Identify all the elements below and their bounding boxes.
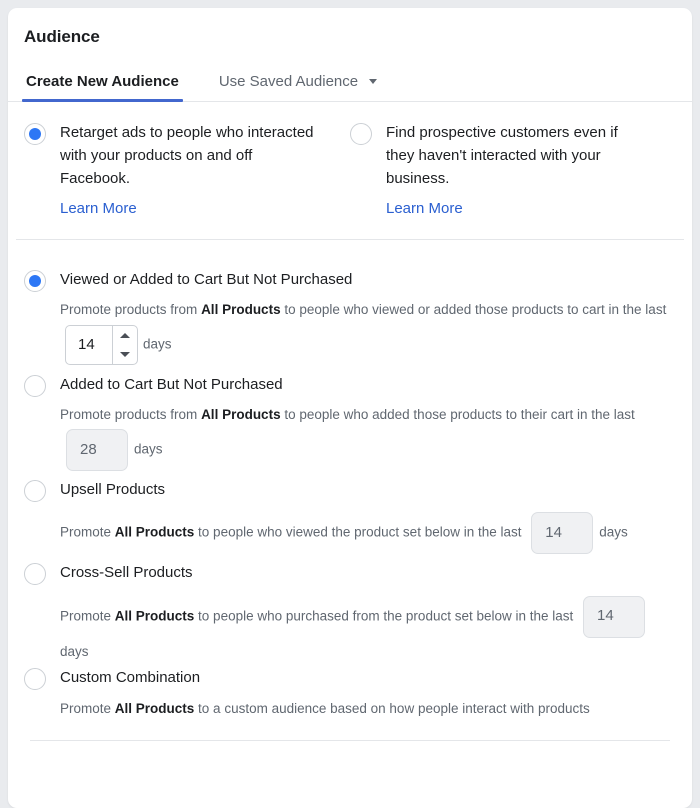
option-upsell-products[interactable]: Upsell Products Promote All Products to p…	[24, 479, 676, 557]
radio-viewed-or-added-to-cart-but-not-purchased[interactable]	[24, 269, 46, 292]
product-set-name: All Products	[114, 608, 195, 624]
page-title: Audience	[24, 27, 100, 46]
description-prefix: Promote	[60, 700, 115, 716]
description-prefix: Promote	[60, 608, 115, 624]
product-set-name: All Products	[201, 407, 281, 423]
days-input-cross-sell-products[interactable]: 14	[583, 595, 646, 638]
days-unit-label: days	[60, 643, 89, 659]
option-title-upsell-products: Upsell Products	[60, 481, 166, 499]
stepper-increment-button[interactable]	[113, 326, 137, 345]
days-unit-label: days	[599, 524, 628, 540]
product-set-name: All Products	[114, 524, 195, 540]
retarget-option-list: Viewed or Added to Cart But Not Purchase…	[8, 240, 692, 720]
radio-upsell-products[interactable]	[24, 480, 46, 503]
option-added-to-cart-but-not-purchased[interactable]: Added to Cart But Not Purchased Promote p…	[24, 374, 676, 474]
option-title-cross-sell-products: Cross-Sell Products	[60, 564, 193, 582]
tab-use-saved-audience-label: Use Saved Audience	[218, 73, 359, 90]
option-title-added-to-cart-but-not-purchased: Added to Cart But Not Purchased	[60, 375, 283, 393]
option-description-added-to-cart-but-not-purchased: Promote products from All Products to pe…	[60, 404, 676, 474]
description-prefix: Promote products from	[60, 302, 202, 318]
description-prefix: Promote products from	[60, 407, 202, 423]
product-set-name: All Products	[114, 700, 195, 716]
days-stepper-viewed-or-added-to-cart-but-not-purchased[interactable]: 14	[65, 324, 138, 365]
days-input-viewed-or-added-to-cart-but-not-purchased[interactable]: 14	[66, 326, 112, 364]
option-custom-combination[interactable]: Custom Combination Promote All Products t…	[24, 667, 676, 719]
days-unit-label: days	[134, 441, 163, 457]
option-cross-sell-products[interactable]: Cross-Sell Products Promote All Products …	[24, 562, 676, 662]
learn-more-link-retarget[interactable]: Learn More	[60, 200, 137, 217]
radio-added-to-cart-but-not-purchased[interactable]	[24, 374, 46, 397]
description-suffix: to a custom audience based on how people…	[194, 700, 590, 716]
description-suffix: to people who added those products to th…	[280, 407, 635, 423]
tab-create-new-audience[interactable]: Create New Audience	[22, 69, 183, 102]
radio-cross-sell-products[interactable]	[24, 563, 46, 586]
caret-down-icon	[120, 351, 130, 357]
description-suffix: to people who purchased from the product…	[194, 608, 578, 624]
radio-retarget[interactable]	[24, 123, 46, 145]
audience-type-prospecting-text: Find prospective customers even if they …	[386, 124, 618, 187]
days-input-upsell-products[interactable]: 14	[531, 512, 594, 555]
option-description-cross-sell-products: Promote All Products to people who purch…	[60, 593, 676, 663]
audience-type-retarget-text: Retarget ads to people who interacted wi…	[60, 124, 314, 187]
days-input-added-to-cart-but-not-purchased[interactable]: 28	[66, 429, 128, 472]
description-prefix: Promote	[60, 524, 115, 540]
stepper-arrows	[112, 325, 137, 364]
option-title-custom-combination: Custom Combination	[60, 669, 201, 687]
tab-use-saved-audience[interactable]: Use Saved Audience	[217, 69, 379, 101]
days-unit-label: days	[143, 336, 172, 352]
learn-more-link-prospecting[interactable]: Learn More	[386, 200, 463, 217]
audience-type-choices: Retarget ads to people who interacted wi…	[8, 102, 692, 226]
audience-card: Audience Create New Audience Use Saved A…	[8, 8, 692, 808]
option-description-custom-combination: Promote All Products to a custom audienc…	[60, 698, 676, 720]
audience-tabs: Create New Audience Use Saved Audience	[8, 69, 692, 102]
audience-type-prospecting[interactable]: Find prospective customers even if they …	[350, 122, 676, 218]
option-title-viewed-or-added-to-cart-but-not-purchased: Viewed or Added to Cart But Not Purchase…	[60, 270, 353, 288]
product-set-name: All Products	[201, 302, 281, 318]
chevron-down-icon	[369, 79, 378, 84]
radio-custom-combination[interactable]	[24, 668, 46, 691]
bottom-divider	[30, 739, 670, 741]
tab-create-new-audience-label: Create New Audience	[26, 73, 179, 90]
option-viewed-or-added-to-cart-but-not-purchased[interactable]: Viewed or Added to Cart But Not Purchase…	[24, 269, 676, 369]
option-description-viewed-or-added-to-cart-but-not-purchased: Promote products from All Products to pe…	[60, 299, 676, 369]
caret-up-icon	[120, 332, 130, 338]
audience-type-retarget[interactable]: Retarget ads to people who interacted wi…	[24, 122, 350, 218]
description-suffix: to people who viewed the product set bel…	[194, 524, 526, 540]
stepper-decrement-button[interactable]	[113, 345, 137, 364]
option-description-upsell-products: Promote All Products to people who viewe…	[60, 509, 676, 557]
description-suffix: to people who viewed or added those prod…	[280, 302, 667, 318]
radio-prospecting[interactable]	[350, 123, 372, 145]
